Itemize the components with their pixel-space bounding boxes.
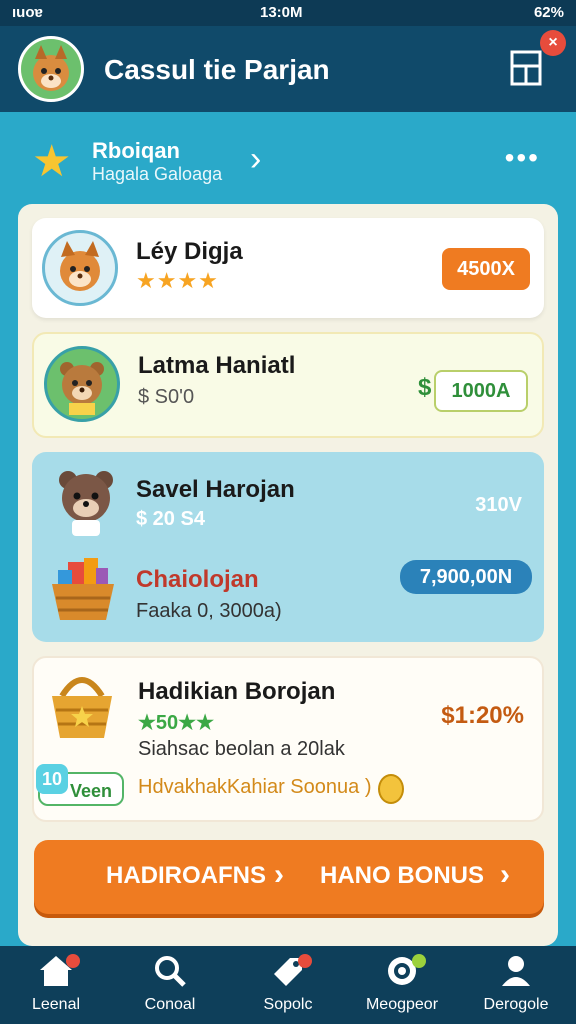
nav-label: Meogpeor: [365, 996, 439, 1013]
badge-icon: 10: [36, 764, 68, 794]
nav-item-tag[interactable]: Sopolc: [240, 954, 336, 1014]
home-icon: [8, 954, 104, 990]
search-icon: [122, 954, 218, 990]
list-panel: Léy Digja ★★★★ 4500X Latma Haniatl $ S0'…: [18, 204, 558, 946]
price-button[interactable]: 1000A: [434, 370, 528, 412]
nav-item-home[interactable]: Leenal: [8, 954, 104, 1014]
cta-right-label: HANO BONUS: [320, 862, 485, 889]
nav-item-profile[interactable]: Derogole: [468, 954, 564, 1014]
section-title: Rboiqan: [92, 138, 180, 163]
bottom-nav: Leenal Conoal Sopolc Meogpeor Derogole: [0, 946, 576, 1024]
sub-header: ★ Rboiqan Hagala Galoaga › •••: [0, 112, 576, 204]
tag-icon: [240, 954, 336, 990]
fox-icon: [42, 230, 118, 306]
bonus-button[interactable]: HADIROAFNS › HANO BONUS ›: [34, 840, 544, 914]
target-icon: [354, 954, 450, 990]
exit-icon[interactable]: [510, 46, 546, 86]
status-time: 13:0M: [260, 4, 303, 21]
nav-label: Conoal: [144, 996, 196, 1013]
chevron-right-icon: ›: [274, 858, 284, 891]
list-item[interactable]: Hadikian Borojan ★50★★ $1:20% Siahsac be…: [32, 656, 544, 822]
chevron-right-icon: ›: [500, 858, 510, 891]
item-percent: $1:20%: [441, 702, 524, 729]
cta-left-label: HADIROAFNS: [106, 862, 266, 889]
item-name: Latma Haniatl: [138, 352, 296, 379]
app-header: Cassul tie Parjan ×: [0, 26, 576, 112]
item-title: Chaiolojan: [136, 566, 259, 593]
fox-avatar-icon: [21, 39, 81, 99]
list-item[interactable]: Latma Haniatl $ S0'0 $ 1000A: [32, 332, 544, 438]
price-button[interactable]: 4500X: [442, 248, 530, 290]
item-name: Savel Harojan: [136, 476, 295, 503]
star-icon: ★: [32, 137, 72, 186]
nav-label: Sopolc: [263, 996, 313, 1013]
item-description: Siahsac beolan a 20lak: [138, 738, 345, 760]
rating-stars: ★★★★: [136, 268, 219, 293]
price-pill[interactable]: 7,900,00N: [400, 560, 532, 594]
rating-stars: ★50★★: [138, 712, 215, 734]
page-title: Cassul tie Parjan: [104, 54, 330, 85]
nav-label: Leenal: [31, 996, 81, 1013]
item-subtitle: $ 20 S4: [136, 508, 205, 530]
basket-icon: [46, 668, 118, 742]
status-bar: ıuoɐ 13:0M 62%: [0, 0, 576, 26]
nav-item-search[interactable]: Conoal: [122, 954, 218, 1014]
item-name: Hadikian Borojan: [138, 678, 336, 705]
list-item[interactable]: Léy Digja ★★★★ 4500X: [32, 218, 544, 318]
user-icon: [468, 954, 564, 990]
gift-basket-icon: [48, 554, 118, 626]
bonus-text: HdvakhakKahiar Soonua ): [138, 776, 372, 798]
close-badge[interactable]: ×: [540, 30, 566, 56]
list-item[interactable]: Savel Harojan $ 20 S4 310V Chaiolojan Fa…: [32, 452, 544, 642]
avatar[interactable]: [18, 36, 84, 102]
section-subtitle: Hagala Galoaga: [92, 164, 223, 184]
bear-icon: [46, 462, 126, 538]
bear-icon: [44, 346, 120, 422]
more-icon[interactable]: •••: [505, 142, 540, 174]
item-subtitle: $ S0'0: [138, 386, 195, 408]
item-value: 310V: [475, 494, 522, 516]
item-name: Léy Digja: [136, 238, 243, 265]
nav-label: Derogole: [483, 996, 549, 1013]
status-battery: 62%: [533, 4, 564, 21]
coin-icon: [378, 774, 404, 804]
status-carrier: ıuoɐ: [12, 4, 43, 21]
item-detail: Faaka 0, 3000a): [136, 600, 282, 622]
chevron-right-icon[interactable]: ›: [250, 140, 261, 179]
nav-item-target[interactable]: Meogpeor: [354, 954, 450, 1014]
dollar-icon: $: [418, 374, 432, 401]
